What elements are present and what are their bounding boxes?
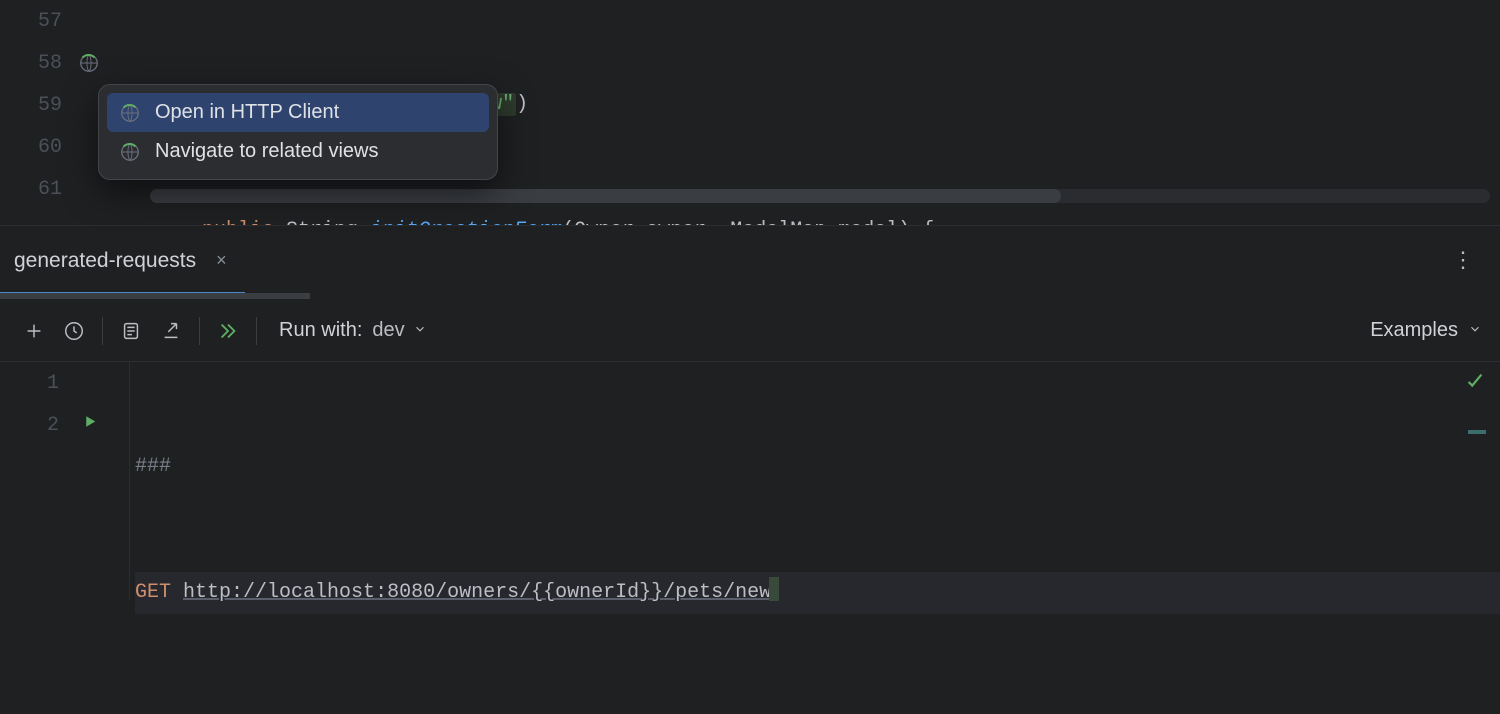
line-number: 60 [38, 136, 62, 159]
text-caret [769, 577, 779, 601]
run-all-button[interactable] [208, 311, 248, 351]
code-line[interactable]: ### [135, 446, 1500, 488]
horizontal-scrollbar[interactable] [150, 189, 1490, 203]
globe-icon [119, 141, 141, 163]
environment-value: dev [372, 319, 404, 342]
environment-dropdown[interactable]: dev [372, 319, 426, 342]
structure-button[interactable] [111, 311, 151, 351]
toolbar-separator [199, 317, 200, 345]
inspections-ok-icon[interactable] [1464, 370, 1486, 399]
tab-close-icon[interactable]: × [216, 250, 227, 271]
line-number: 58 [38, 52, 62, 75]
toolbar-separator [256, 317, 257, 345]
http-editor-code[interactable]: ### GET http://localhost:8080/owners/{{o… [135, 362, 1500, 698]
add-request-button[interactable] [14, 311, 54, 351]
run-request-gutter-icon[interactable] [81, 413, 99, 438]
examples-dropdown[interactable]: Examples [1370, 319, 1482, 342]
tab-progress-strip [0, 293, 310, 299]
endpoint-gutter-icon[interactable] [78, 52, 100, 74]
run-with-label: Run with: [279, 319, 362, 342]
chevron-down-icon [413, 319, 427, 342]
popup-item-open-http-client[interactable]: Open in HTTP Client [107, 93, 489, 132]
http-request-editor[interactable]: 1 2 ### GET http://localhost:8080/owners… [0, 362, 1500, 600]
error-stripe-mark[interactable] [1468, 430, 1486, 434]
toolbar-separator [102, 317, 103, 345]
code-line[interactable]: GET http://localhost:8080/owners/{{owner… [135, 572, 1500, 614]
line-number: 57 [38, 10, 62, 33]
popup-item-navigate-views[interactable]: Navigate to related views [107, 132, 489, 171]
popup-item-label: Navigate to related views [155, 140, 378, 163]
gutter-line: 1 [0, 362, 129, 404]
gutter-action-popup: Open in HTTP Client Navigate to related … [98, 84, 498, 180]
tab-options-kebab-icon[interactable]: ⋮ [1452, 226, 1500, 295]
gutter-line: 57 [0, 0, 130, 42]
chevron-down-icon [1468, 319, 1482, 342]
tab-title: generated-requests [14, 249, 196, 273]
line-number: 1 [47, 372, 59, 395]
request-separator: ### [135, 455, 171, 478]
editor-tab-bar: generated-requests × ⋮ [0, 225, 1500, 295]
request-url[interactable]: http://localhost:8080/owners/{{ownerId}}… [183, 581, 771, 604]
kebab-glyph: ⋮ [1452, 248, 1474, 274]
http-editor-gutter: 1 2 [0, 362, 130, 600]
line-number: 59 [38, 94, 62, 117]
examples-label: Examples [1370, 319, 1458, 342]
gutter-line: 58 [0, 42, 130, 84]
http-client-toolbar: Run with: dev Examples [0, 300, 1500, 362]
line-number: 2 [47, 414, 59, 437]
gutter-line: 2 [0, 404, 129, 446]
popup-item-label: Open in HTTP Client [155, 101, 339, 124]
history-button[interactable] [54, 311, 94, 351]
space [171, 581, 183, 604]
import-button[interactable] [151, 311, 191, 351]
scrollbar-thumb[interactable] [150, 189, 1061, 203]
http-method: GET [135, 581, 171, 604]
tab-generated-requests[interactable]: generated-requests × [0, 226, 245, 295]
globe-icon [119, 102, 141, 124]
line-number: 61 [38, 178, 62, 201]
paren-close: ) [516, 93, 528, 116]
